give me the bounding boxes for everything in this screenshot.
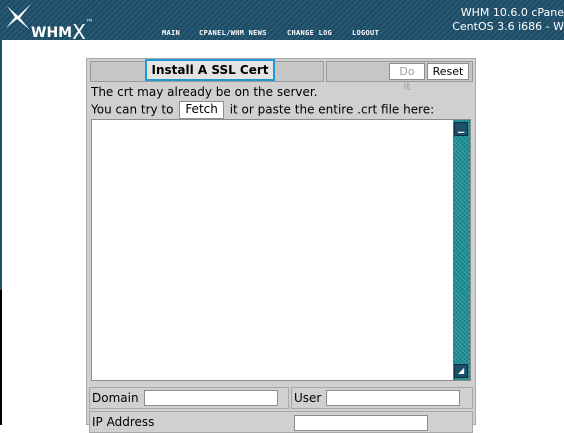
nav-main-link[interactable]: main bbox=[162, 29, 180, 37]
version-info: WHM 10.6.0 cPane CentOS 3.6 i686 - W bbox=[424, 6, 564, 34]
cpanel-swoosh-icon bbox=[6, 4, 31, 30]
whm-logo[interactable]: WHMX™ bbox=[4, 2, 104, 40]
ip-address-label: IP Address bbox=[92, 415, 155, 429]
user-cell: User bbox=[291, 387, 473, 409]
panel-title: Install A SSL Cert bbox=[145, 59, 275, 81]
instruction-suffix: it or paste the entire .crt file here: bbox=[229, 102, 435, 117]
reset-button[interactable]: Reset bbox=[427, 63, 469, 80]
left-frame-border-lower bbox=[0, 290, 2, 425]
domain-cell: Domain bbox=[89, 387, 289, 409]
os-line: CentOS 3.6 i686 - W bbox=[452, 20, 564, 33]
brand-text: WHMX™ bbox=[31, 18, 94, 40]
domain-field[interactable] bbox=[144, 390, 278, 406]
scroll-up-icon[interactable]: ▁ bbox=[454, 122, 468, 136]
fetch-instruction: You can try to Fetch it or paste the ent… bbox=[91, 101, 434, 119]
brand-x: X bbox=[72, 20, 86, 40]
brand-name: WHM bbox=[31, 25, 73, 40]
install-ssl-panel: Install A SSL Cert Do it Reset The crt m… bbox=[86, 58, 476, 433]
user-label: User bbox=[294, 391, 322, 405]
top-header: WHMX™ main cpanel/whm news change log lo… bbox=[0, 0, 564, 40]
ip-cell: IP Address bbox=[89, 411, 473, 433]
info-message: The crt may already be on the server. bbox=[91, 85, 318, 99]
fetch-button[interactable]: Fetch bbox=[179, 101, 224, 119]
nav-changelog-link[interactable]: change log bbox=[287, 29, 332, 37]
title-cell: Install A SSL Cert bbox=[90, 59, 324, 82]
user-field[interactable] bbox=[326, 390, 460, 406]
action-buttons: Do it Reset bbox=[326, 61, 473, 93]
do-it-button[interactable]: Do it bbox=[389, 63, 425, 93]
crt-textarea[interactable]: ▁ ◢ bbox=[91, 119, 471, 381]
ip-address-field[interactable] bbox=[294, 415, 428, 431]
version-line: WHM 10.6.0 cPane bbox=[460, 6, 564, 19]
textarea-scrollbar[interactable]: ▁ ◢ bbox=[453, 120, 470, 380]
instruction-prefix: You can try to bbox=[91, 102, 174, 117]
left-frame-border bbox=[0, 40, 2, 290]
nav-news-link[interactable]: cpanel/whm news bbox=[199, 29, 267, 37]
trademark-mark: ™ bbox=[85, 18, 94, 27]
domain-label: Domain bbox=[92, 391, 139, 405]
nav-logout-link[interactable]: logout bbox=[352, 29, 379, 37]
scroll-down-icon[interactable]: ◢ bbox=[454, 364, 468, 378]
